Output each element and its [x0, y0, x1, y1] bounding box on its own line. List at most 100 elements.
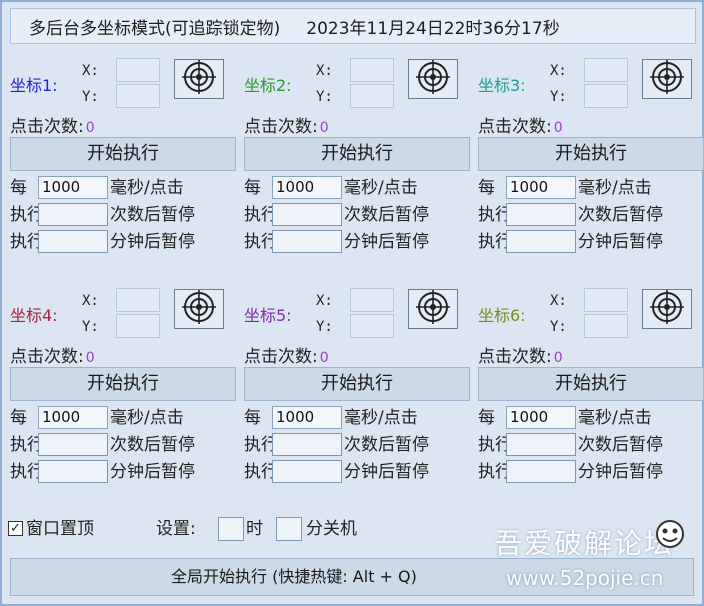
pause-minute-input[interactable]: [38, 460, 108, 483]
pick-coordinate-button[interactable]: [642, 289, 692, 329]
x-label: X:: [316, 293, 333, 309]
x-coordinate-input[interactable]: [116, 288, 160, 312]
watermark-text: 吾爱破解论坛: [494, 527, 675, 560]
interval-input[interactable]: 1000: [38, 176, 108, 199]
global-start-label: 全局开始执行 (快捷热键: Alt + Q): [171, 567, 417, 586]
x-coordinate-input[interactable]: [584, 58, 628, 82]
pause-minute-input[interactable]: [38, 230, 108, 253]
x-label: X:: [550, 63, 567, 79]
start-button[interactable]: 开始执行: [478, 367, 704, 401]
y-coordinate-input[interactable]: [350, 314, 394, 338]
pause-count-input[interactable]: [272, 433, 342, 456]
y-label: Y:: [316, 89, 333, 105]
click-count: 点击次数: 0: [244, 342, 329, 367]
pick-coordinate-button[interactable]: [174, 59, 224, 99]
y-label: Y:: [550, 319, 567, 335]
coordinate-label: 坐标5:: [244, 306, 292, 325]
crosshair-target-icon: [650, 289, 684, 329]
minute-pause-suffix: 分钟后暂停: [110, 232, 195, 252]
pick-coordinate-button[interactable]: [408, 59, 458, 99]
pause-count-input[interactable]: [38, 433, 108, 456]
crosshair-target-icon: [182, 289, 216, 329]
watermark-url: www.52pojie.cn: [506, 566, 664, 590]
minute-pause-suffix: 分钟后暂停: [344, 462, 429, 482]
coordinate-panel-3: 坐标3: X: Y: 点击次数: 0 开始执行每 1000 毫秒/点击 执行 次数后暂停 执行 分钟后…: [478, 50, 704, 282]
x-coordinate-input[interactable]: [350, 288, 394, 312]
datetime-display: 2023年11月24日22时36分17秒: [306, 18, 560, 39]
interval-suffix: 毫秒/点击: [344, 408, 418, 428]
pause-minute-input[interactable]: [272, 230, 342, 253]
interval-input[interactable]: 1000: [272, 176, 342, 199]
click-count-label: 点击次数:: [478, 347, 552, 367]
minute-pause-suffix: 分钟后暂停: [110, 462, 195, 482]
count-pause-suffix: 次数后暂停: [344, 205, 429, 225]
start-button[interactable]: 开始执行: [244, 137, 470, 171]
coordinate-label: 坐标1:: [10, 76, 58, 95]
pick-coordinate-button[interactable]: [174, 289, 224, 329]
y-label: Y:: [82, 89, 99, 105]
interval-input[interactable]: 1000: [38, 406, 108, 429]
every-label: 每: [478, 178, 495, 198]
xy-labels: X: Y:: [82, 288, 99, 340]
xy-labels: X: Y:: [550, 288, 567, 340]
minute-pause-suffix: 分钟后暂停: [578, 462, 663, 482]
coordinate-panel-1: 坐标1: X: Y: 点击次数: 0 开始执行每 1000 毫秒/点击 执行 次数后暂停 执行 分钟后…: [10, 50, 246, 282]
pause-count-input[interactable]: [272, 203, 342, 226]
y-coordinate-input[interactable]: [584, 84, 628, 108]
click-count-label: 点击次数:: [244, 117, 318, 137]
pause-count-input[interactable]: [506, 433, 576, 456]
52pojie-logo-icon: [654, 518, 686, 550]
click-count: 点击次数: 0: [478, 112, 563, 137]
window-title: 多后台多坐标模式(可追踪锁定物): [29, 18, 281, 39]
start-button[interactable]: 开始执行: [478, 137, 704, 171]
interval-input[interactable]: 1000: [506, 176, 576, 199]
y-coordinate-input[interactable]: [584, 314, 628, 338]
x-coordinate-input[interactable]: [116, 58, 160, 82]
start-button[interactable]: 开始执行: [10, 367, 236, 401]
count-pause-suffix: 次数后暂停: [578, 435, 663, 455]
topmost-checkbox[interactable]: ✓: [8, 521, 23, 536]
pick-coordinate-button[interactable]: [642, 59, 692, 99]
pause-minute-input[interactable]: [272, 460, 342, 483]
count-pause-suffix: 次数后暂停: [110, 435, 195, 455]
x-coordinate-input[interactable]: [584, 288, 628, 312]
every-label: 每: [478, 408, 495, 428]
click-count-value: 0: [319, 350, 329, 366]
crosshair-target-icon: [650, 59, 684, 99]
minute-shutdown-label: 分关机: [306, 519, 357, 539]
every-label: 每: [10, 408, 27, 428]
y-label: Y:: [82, 319, 99, 335]
click-count: 点击次数: 0: [10, 342, 95, 367]
minute-pause-suffix: 分钟后暂停: [578, 232, 663, 252]
interval-input[interactable]: 1000: [506, 406, 576, 429]
pick-coordinate-button[interactable]: [408, 289, 458, 329]
coordinate-panel-4: 坐标4: X: Y: 点击次数: 0 开始执行每 1000 毫秒/点击 执行 次数后暂停 执行 分钟后…: [10, 280, 246, 512]
xy-labels: X: Y:: [316, 58, 333, 110]
click-count-value: 0: [553, 350, 563, 366]
coordinate-panel-5: 坐标5: X: Y: 点击次数: 0 开始执行每 1000 毫秒/点击 执行 次数后暂停 执行 分钟后…: [244, 280, 480, 512]
pause-minute-input[interactable]: [506, 230, 576, 253]
y-coordinate-input[interactable]: [116, 84, 160, 108]
shutdown-minute-input[interactable]: [276, 517, 302, 541]
pause-count-input[interactable]: [38, 203, 108, 226]
crosshair-target-icon: [416, 59, 450, 99]
interval-suffix: 毫秒/点击: [578, 178, 652, 198]
x-coordinate-input[interactable]: [350, 58, 394, 82]
app-window: 多后台多坐标模式(可追踪锁定物) 2023年11月24日22时36分17秒 坐标…: [0, 0, 704, 606]
start-button[interactable]: 开始执行: [10, 137, 236, 171]
interval-suffix: 毫秒/点击: [110, 178, 184, 198]
xy-labels: X: Y:: [550, 58, 567, 110]
coordinate-label: 坐标3:: [478, 76, 526, 95]
crosshair-target-icon: [182, 59, 216, 99]
pause-count-input[interactable]: [506, 203, 576, 226]
count-pause-suffix: 次数后暂停: [344, 435, 429, 455]
shutdown-hour-input[interactable]: [218, 517, 244, 541]
start-button[interactable]: 开始执行: [244, 367, 470, 401]
crosshair-target-icon: [416, 289, 450, 329]
interval-input[interactable]: 1000: [272, 406, 342, 429]
every-label: 每: [244, 408, 261, 428]
y-coordinate-input[interactable]: [116, 314, 160, 338]
y-coordinate-input[interactable]: [350, 84, 394, 108]
coordinate-panel-2: 坐标2: X: Y: 点击次数: 0 开始执行每 1000 毫秒/点击 执行 次数后暂停 执行 分钟后…: [244, 50, 480, 282]
pause-minute-input[interactable]: [506, 460, 576, 483]
